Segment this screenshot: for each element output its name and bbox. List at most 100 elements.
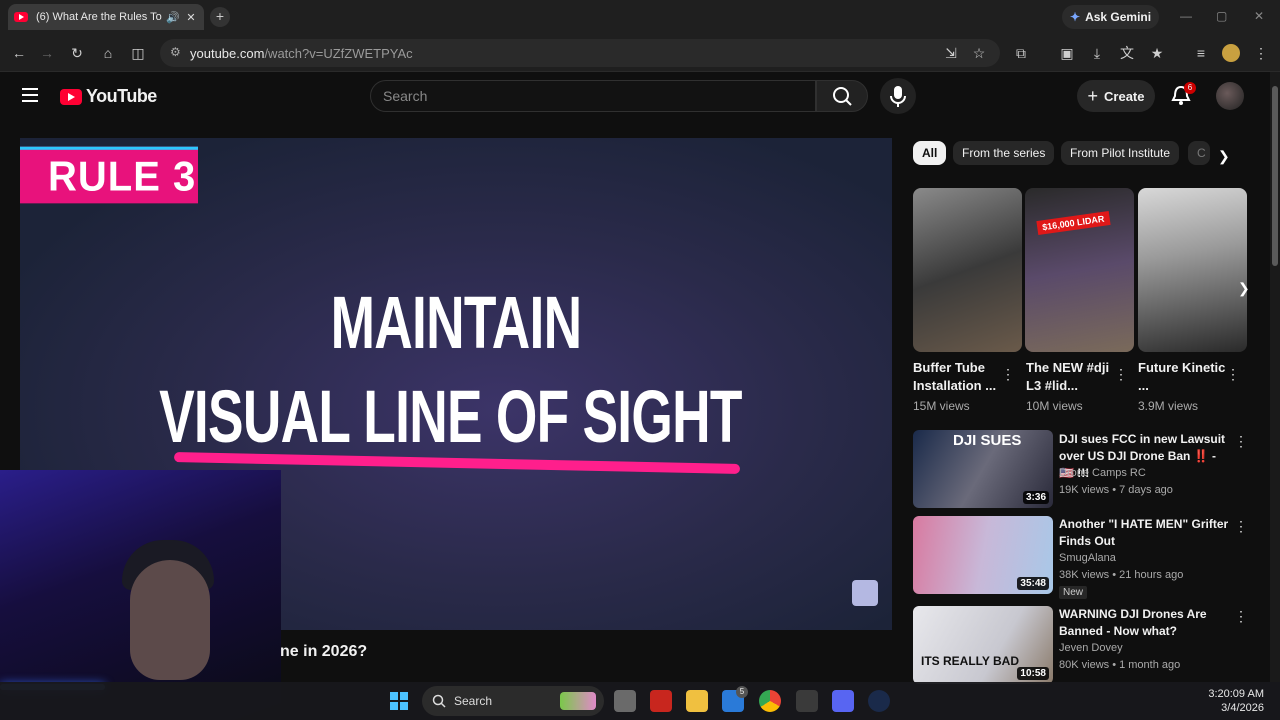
audio-icon[interactable]: 🔊 — [166, 11, 180, 24]
youtube-logo-text: YouTube — [86, 86, 157, 106]
menu-icon[interactable]: ⋮ — [1252, 44, 1270, 62]
browser-toolbar: ← → ↻ ⌂ ◫ ⚙ youtube.com/watch?v=UZfZWETP… — [0, 34, 1280, 72]
short-thumbnail[interactable] — [1138, 188, 1247, 352]
chip-all[interactable]: All — [913, 141, 947, 165]
video-thumbnail[interactable]: 35:48 — [913, 516, 1053, 594]
site-info-icon[interactable]: ⚙ — [170, 45, 181, 59]
short-title[interactable]: The NEW #dji L3 #lid... — [1026, 359, 1122, 395]
chip-more[interactable]: C — [1188, 141, 1210, 165]
channel-watermark-icon[interactable] — [852, 580, 878, 606]
reading-list-icon[interactable]: ≡ — [1192, 44, 1210, 62]
short-menu-icon[interactable]: ⋮ — [1226, 366, 1240, 383]
file-explorer-icon[interactable] — [686, 690, 708, 712]
install-app-icon[interactable]: ⇲ — [942, 44, 960, 62]
page-scrollbar[interactable] — [1270, 72, 1280, 682]
taskbar-search[interactable]: Search — [422, 686, 604, 716]
microphone-icon — [890, 86, 906, 107]
short-views: 15M views — [913, 399, 970, 413]
search-icon — [833, 87, 852, 106]
maximize-icon[interactable]: ▢ — [1216, 9, 1227, 23]
video-menu-icon[interactable]: ⋮ — [1234, 608, 1248, 625]
video-channel[interactable]: Drone Camps RC — [1059, 467, 1146, 479]
translate-icon[interactable]: 文 — [1118, 44, 1136, 62]
youtube-favicon-icon — [14, 12, 28, 22]
clock-time: 3:20:09 AM — [1208, 688, 1264, 700]
short-views: 10M views — [1026, 399, 1083, 413]
sidebar-icon[interactable]: ◫ — [129, 44, 147, 62]
video-duration: 35:48 — [1017, 577, 1049, 590]
screenshot-icon[interactable]: ▣ — [1058, 44, 1076, 62]
shorts-next-chevron-icon[interactable]: ❯ — [1238, 280, 1250, 297]
youtube-play-icon — [60, 88, 82, 105]
video-title[interactable]: Another "I HATE MEN" Grifter Finds Out — [1059, 516, 1229, 550]
video-thumbnail[interactable]: ITS REALLY BAD 10:58 — [913, 606, 1053, 684]
home-icon[interactable]: ⌂ — [99, 44, 117, 62]
taskbar-search-label: Search — [454, 694, 493, 708]
chips-next-chevron-icon[interactable]: ❯ — [1218, 148, 1230, 165]
windows-start-icon[interactable] — [390, 692, 408, 710]
back-icon[interactable]: ← — [10, 44, 28, 62]
search-input[interactable]: Search — [370, 80, 816, 112]
voice-search-button[interactable] — [880, 78, 916, 114]
download-icon[interactable]: ⤓ — [1088, 44, 1106, 62]
video-channel[interactable]: SmugAlana — [1059, 552, 1116, 564]
task-view-icon[interactable] — [614, 690, 636, 712]
forward-icon[interactable]: → — [38, 44, 56, 62]
address-bar[interactable]: ⚙ youtube.com/watch?v=UZfZWETPYAc ⇲ ☆ — [160, 39, 1000, 67]
lidar-price-tag: $16,000 LIDAR — [1036, 211, 1111, 235]
app-blue-icon[interactable] — [868, 690, 890, 712]
discord-icon[interactable] — [832, 690, 854, 712]
create-button[interactable]: + Create — [1077, 80, 1155, 112]
windows-taskbar: Search 5 3:20:09 AM 3/4/2026 — [0, 682, 1280, 720]
video-duration: 3:36 — [1022, 491, 1049, 504]
video-menu-icon[interactable]: ⋮ — [1234, 518, 1248, 535]
clock-date: 3/4/2026 — [1221, 702, 1264, 714]
hamburger-menu-icon[interactable] — [22, 88, 38, 102]
short-menu-icon[interactable]: ⋮ — [1001, 366, 1015, 383]
minimize-icon[interactable]: — — [1180, 9, 1192, 23]
short-thumbnail[interactable] — [913, 188, 1022, 352]
close-tab-icon[interactable]: ✕ — [184, 11, 198, 24]
video-menu-icon[interactable]: ⋮ — [1234, 433, 1248, 450]
chip-from-the-series[interactable]: From the series — [953, 141, 1055, 165]
thumbnail-text: DJI SUES — [953, 432, 1022, 449]
short-thumbnail[interactable]: $16,000 LIDAR — [1025, 188, 1134, 352]
video-channel[interactable]: Jeven Dovey — [1059, 642, 1123, 654]
video-meta: 80K views • 1 month ago — [1059, 659, 1181, 671]
reload-icon[interactable]: ↻ — [68, 44, 86, 62]
video-overlay-line1: MAINTAIN — [330, 281, 582, 364]
video-meta: 19K views • 7 days ago — [1059, 484, 1173, 496]
gemini-sparkle-icon: ✦ — [1070, 10, 1081, 24]
app-red-icon[interactable] — [650, 690, 672, 712]
create-label: Create — [1104, 88, 1145, 104]
video-title[interactable]: WARNING DJI Drones Are Banned - Now what… — [1059, 606, 1229, 640]
app-dark-icon[interactable] — [796, 690, 818, 712]
ask-gemini-button[interactable]: ✦ Ask Gemini — [1062, 5, 1160, 29]
scrollbar-thumb[interactable] — [1272, 86, 1278, 266]
video-thumbnail[interactable]: DJI SUES 3:36 — [913, 430, 1053, 508]
chip-from-pilot-institute[interactable]: From Pilot Institute — [1061, 141, 1180, 165]
thumbnail-text: ITS REALLY BAD — [921, 654, 1020, 668]
extensions-icon[interactable]: ⧉ — [1012, 44, 1030, 62]
account-avatar[interactable] — [1216, 82, 1244, 110]
webcam-person — [130, 560, 210, 680]
url-path: /watch?v=UZfZWETPYAc — [264, 45, 413, 61]
bookmark-star-icon[interactable]: ☆ — [970, 44, 988, 62]
search-button[interactable] — [816, 80, 868, 112]
chrome-icon[interactable] — [759, 690, 781, 712]
new-tab-button[interactable]: + — [210, 7, 230, 27]
video-duration: 10:58 — [1017, 667, 1049, 680]
short-menu-icon[interactable]: ⋮ — [1114, 366, 1128, 383]
youtube-logo[interactable]: YouTube — [60, 86, 157, 107]
ask-gemini-label: Ask Gemini — [1085, 10, 1152, 24]
profile-icon[interactable] — [1222, 44, 1240, 62]
tab-active[interactable]: (6) What Are the Rules To Fl 🔊 ✕ — [8, 4, 204, 30]
short-title[interactable]: Buffer Tube Installation ... — [913, 359, 1009, 395]
video-title: ne in 2026? — [280, 643, 368, 660]
favorites-icon[interactable]: ★ — [1148, 44, 1166, 62]
close-window-icon[interactable]: ✕ — [1254, 9, 1264, 23]
taskbar-clock[interactable]: 3:20:09 AM 3/4/2026 — [1204, 687, 1264, 715]
rule-banner: RULE 3 — [20, 146, 198, 204]
short-title[interactable]: Future Kinetic ... — [1138, 359, 1234, 395]
short-views: 3.9M views — [1138, 399, 1199, 413]
